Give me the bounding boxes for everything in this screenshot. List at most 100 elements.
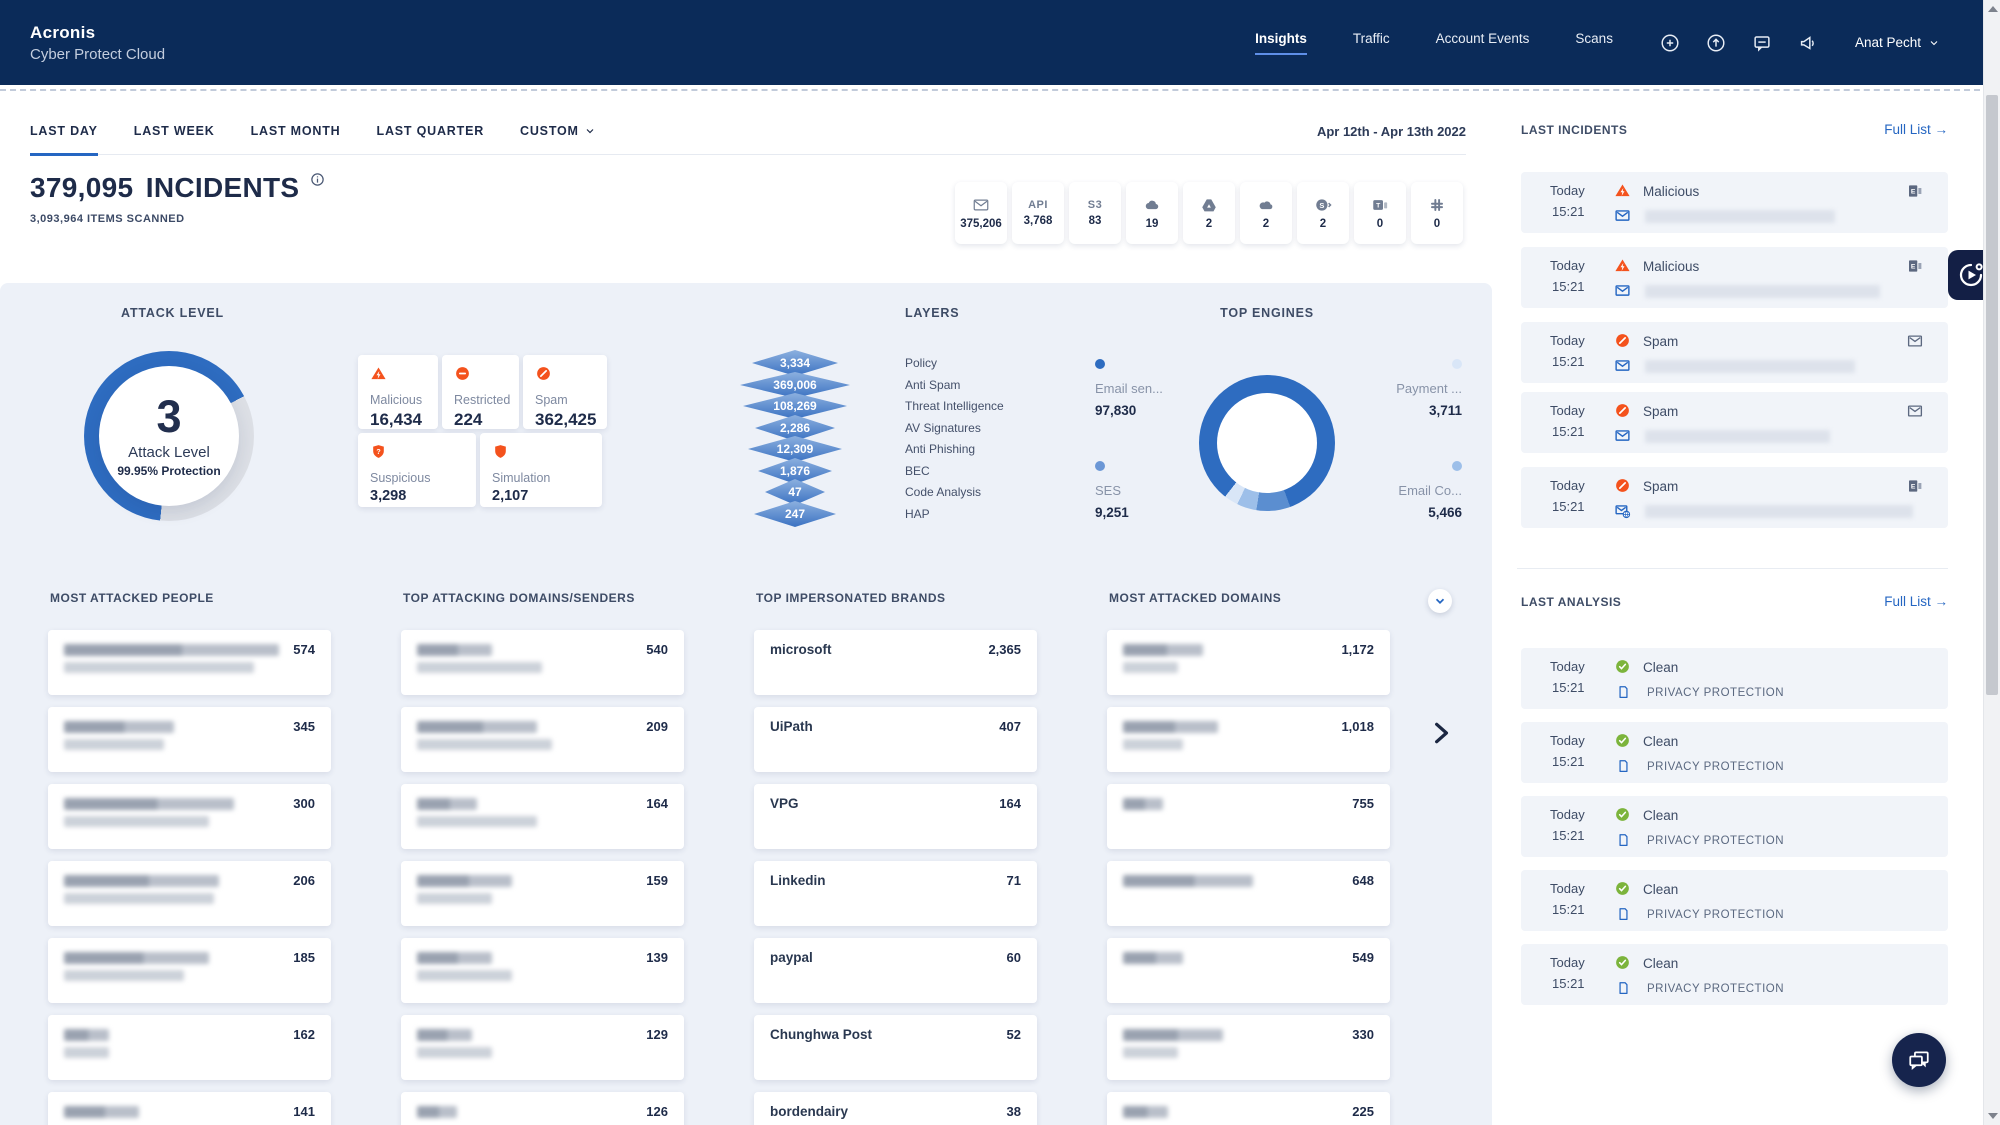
list-item[interactable]: Linkedin 71: [754, 861, 1037, 926]
source-count: 375,206: [960, 218, 1002, 230]
list-item-count: 540: [646, 642, 668, 657]
info-icon[interactable]: [310, 172, 325, 187]
list-item[interactable]: 540: [401, 630, 684, 695]
list-item[interactable]: bordendairy 38: [754, 1092, 1037, 1125]
scroll-up-arrow[interactable]: [1988, 6, 1998, 12]
list-item[interactable]: 300: [48, 784, 331, 849]
incident-row[interactable]: Today 15:21 Spam: [1521, 392, 1948, 453]
incident-row[interactable]: Today 15:21 Spam: [1521, 322, 1948, 383]
stat-card-spam[interactable]: Spam 362,425: [523, 355, 607, 429]
source-onedrive-card[interactable]: 19: [1126, 182, 1178, 244]
source-google-drive-card[interactable]: 2: [1183, 182, 1235, 244]
list-item[interactable]: microsoft 2,365: [754, 630, 1037, 695]
user-menu[interactable]: Anat Pecht: [1855, 35, 1940, 50]
add-icon[interactable]: [1659, 32, 1681, 54]
tab-custom[interactable]: CUSTOM: [520, 118, 596, 154]
source-slack-card[interactable]: 0: [1411, 182, 1463, 244]
redacted-text-bar: [1123, 739, 1183, 750]
last-analysis-full-list-link[interactable]: Full List →: [1884, 594, 1948, 609]
list-item[interactable]: VPG 164: [754, 784, 1037, 849]
analysis-row[interactable]: Today 15:21 Clean PRIVACY PROTECTION: [1521, 870, 1948, 931]
collapse-section-button[interactable]: [1428, 589, 1452, 613]
source-count: 83: [1089, 215, 1102, 227]
tab-last-month[interactable]: LAST MONTH: [251, 118, 341, 154]
redacted-text-bar: [64, 798, 234, 810]
announcements-icon[interactable]: [1797, 32, 1819, 54]
brand-logo[interactable]: Acronis Cyber Protect Cloud: [30, 23, 165, 63]
source-salesforce-card[interactable]: 2: [1240, 182, 1292, 244]
nav-insights[interactable]: Insights: [1255, 31, 1307, 55]
incident-row[interactable]: Today 15:21 Spam E: [1521, 467, 1948, 528]
list-item[interactable]: 225: [1107, 1092, 1390, 1125]
list-item[interactable]: Chunghwa Post 52: [754, 1015, 1037, 1080]
list-item[interactable]: 755: [1107, 784, 1390, 849]
nav-account-events[interactable]: Account Events: [1436, 31, 1530, 55]
list-item[interactable]: 206: [48, 861, 331, 926]
source-s3-card[interactable]: S383: [1069, 182, 1121, 244]
upload-icon[interactable]: [1705, 32, 1727, 54]
funnel-diamond[interactable]: 247: [754, 501, 836, 527]
tab-last-day[interactable]: LAST DAY: [30, 118, 98, 154]
chat-button[interactable]: [1892, 1033, 1946, 1087]
list-item[interactable]: UiPath 407: [754, 707, 1037, 772]
list-item-count: 574: [293, 642, 315, 657]
stat-card-suspicious[interactable]: ? Suspicious 3,298: [358, 433, 476, 507]
list-item[interactable]: 141: [48, 1092, 331, 1125]
svg-text:E: E: [1911, 484, 1916, 491]
list-item-count: 407: [999, 719, 1021, 734]
next-page-arrow[interactable]: [1428, 720, 1454, 750]
incident-row[interactable]: Today 15:21 Malicious E: [1521, 172, 1948, 233]
feedback-icon[interactable]: [1751, 32, 1773, 54]
list-item[interactable]: 648: [1107, 861, 1390, 926]
sidebar-divider: [1517, 568, 1948, 569]
incident-date: Today: [1550, 258, 1585, 273]
tab-last-week[interactable]: LAST WEEK: [134, 118, 215, 154]
top-engines-donut[interactable]: [1199, 375, 1335, 511]
list-item[interactable]: 1,172: [1107, 630, 1390, 695]
legend-dot: [1452, 461, 1462, 471]
stat-value: 3,298: [370, 488, 464, 504]
nav-scans[interactable]: Scans: [1575, 31, 1613, 55]
list-item[interactable]: 126: [401, 1092, 684, 1125]
stat-value: 16,434: [370, 410, 426, 430]
stat-card-restricted[interactable]: Restricted 224: [442, 355, 519, 429]
recording-dashed-border: [0, 89, 1980, 91]
list-item[interactable]: 209: [401, 707, 684, 772]
list-item[interactable]: 345: [48, 707, 331, 772]
page-scrollbar[interactable]: [1983, 0, 2000, 1125]
analysis-row[interactable]: Today 15:21 Clean PRIVACY PROTECTION: [1521, 722, 1948, 783]
list-item[interactable]: 185: [48, 938, 331, 1003]
list-item[interactable]: 164: [401, 784, 684, 849]
list-item[interactable]: 330: [1107, 1015, 1390, 1080]
list-item[interactable]: 159: [401, 861, 684, 926]
analysis-row[interactable]: Today 15:21 Clean PRIVACY PROTECTION: [1521, 796, 1948, 857]
analysis-row[interactable]: Today 15:21 Clean PRIVACY PROTECTION: [1521, 648, 1948, 709]
scrollbar-thumb[interactable]: [1986, 95, 1998, 695]
last-incidents-full-list-link[interactable]: Full List →: [1884, 122, 1948, 137]
redacted-text-bar: [417, 798, 477, 810]
warning-triangle-icon: [370, 365, 387, 382]
list-item[interactable]: paypal 60: [754, 938, 1037, 1003]
list-item[interactable]: 1,018: [1107, 707, 1390, 772]
stat-card-simulation[interactable]: Simulation 2,107: [480, 433, 602, 507]
nav-traffic[interactable]: Traffic: [1353, 31, 1390, 55]
list-item-count: 38: [1007, 1104, 1021, 1119]
stat-card-malicious[interactable]: Malicious 16,434: [358, 355, 438, 429]
source-teams-card[interactable]: T0: [1354, 182, 1406, 244]
list-item[interactable]: 129: [401, 1015, 684, 1080]
source-sharepoint-card[interactable]: S2: [1297, 182, 1349, 244]
funnel-segment-hap[interactable]: 247: [720, 501, 870, 527]
brand-name: microsoft: [770, 642, 832, 657]
analysis-row[interactable]: Today 15:21 Clean PRIVACY PROTECTION: [1521, 944, 1948, 1005]
source-mail-card[interactable]: 375,206: [955, 182, 1007, 244]
list-item[interactable]: 139: [401, 938, 684, 1003]
list-item-count: 139: [646, 950, 668, 965]
list-item[interactable]: 574: [48, 630, 331, 695]
list-item[interactable]: 549: [1107, 938, 1390, 1003]
tab-last-quarter[interactable]: LAST QUARTER: [377, 118, 485, 154]
incident-row[interactable]: Today 15:21 Malicious E: [1521, 247, 1948, 308]
redacted-text-bar: [64, 1029, 109, 1041]
list-item[interactable]: 162: [48, 1015, 331, 1080]
source-api-card[interactable]: API3,768: [1012, 182, 1064, 244]
scroll-down-arrow[interactable]: [1988, 1113, 1998, 1119]
